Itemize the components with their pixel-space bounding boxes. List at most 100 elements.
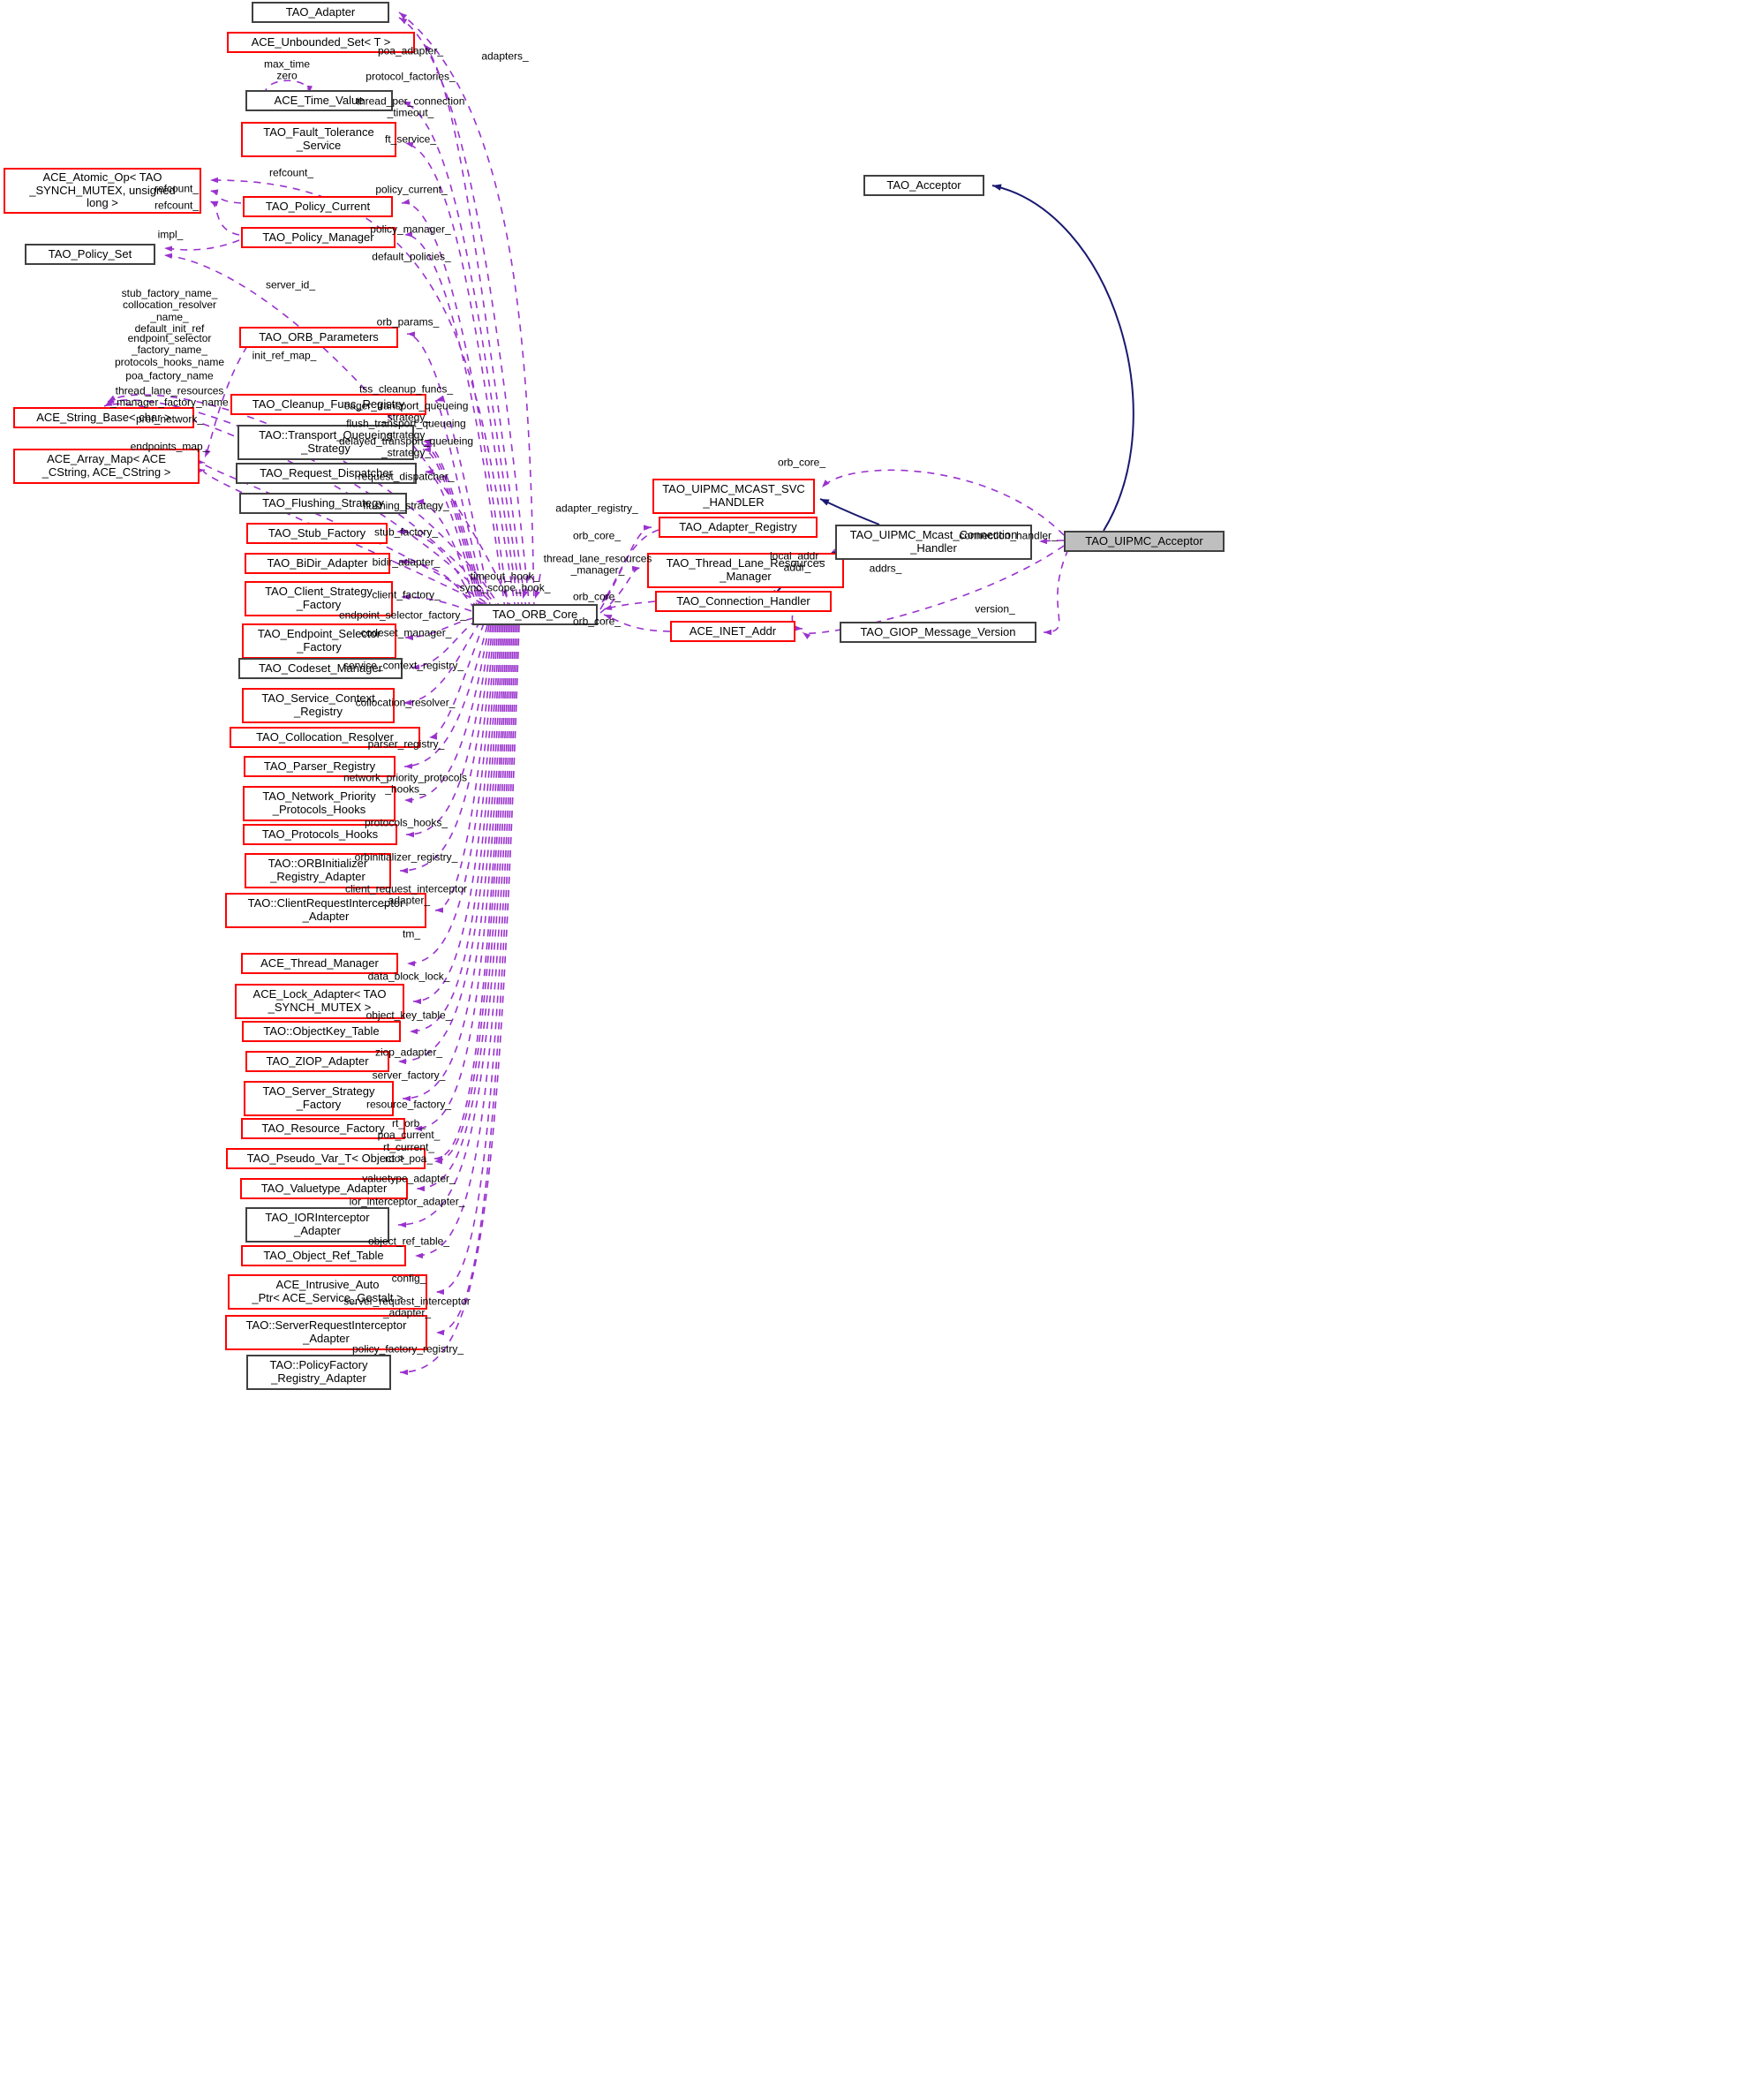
node-tao-serverrequestinterceptor-adapter[interactable]: TAO::ServerRequestInterceptor _Adapter [225, 1315, 427, 1350]
node-ace-inet-addr[interactable]: ACE_INET_Addr [670, 621, 795, 642]
node-tao-request-dispatcher[interactable]: TAO_Request_Dispatcher [236, 463, 417, 484]
edge-label-thread-lane-resources-manager: thread_lane_resources _manager_ [543, 552, 652, 577]
node-label: TAO_Policy_Current [265, 199, 371, 213]
node-label: TAO_Object_Ref_Table [263, 1248, 384, 1262]
node-label: TAO_ORB_Parameters [259, 329, 379, 344]
node-label: TAO_IORInterceptor _Adapter [265, 1211, 370, 1237]
node-tao-stub-factory[interactable]: TAO_Stub_Factory [246, 523, 388, 544]
node-tao-valuetype-adapter[interactable]: TAO_Valuetype_Adapter [240, 1178, 408, 1199]
node-label: TAO::ObjectKey_Table [263, 1024, 380, 1038]
node-tao-policyfactory-registry-adapter[interactable]: TAO::PolicyFactory _Registry_Adapter [246, 1355, 391, 1390]
node-tao-adapter-registry[interactable]: TAO_Adapter_Registry [659, 517, 818, 538]
node-label: TAO_Request_Dispatcher [260, 465, 393, 480]
node-tao-uipmc-mcast-svc-handler[interactable]: TAO_UIPMC_MCAST_SVC _HANDLER [652, 479, 815, 514]
edge-label-orb-core-top: orb_core_ [572, 529, 622, 542]
node-tao-uipmc-mcast-connection-handler[interactable]: TAO_UIPMC_Mcast_Connection _Handler [835, 525, 1032, 560]
node-tao-orbinitializer-registry-adapter[interactable]: TAO::ORBInitializer _Registry_Adapter [245, 853, 391, 888]
node-tao-ziop-adapter[interactable]: TAO_ZIOP_Adapter [245, 1051, 389, 1072]
node-tao-network-priority-protocols-hooks[interactable]: TAO_Network_Priority _Protocols_Hooks [243, 786, 396, 821]
node-label: TAO_Policy_Set [48, 246, 132, 261]
node-label: TAO_Adapter [285, 4, 356, 19]
node-label: TAO_Protocols_Hooks [261, 827, 379, 841]
node-label: TAO_Pseudo_Var_T< Object > [246, 1151, 405, 1165]
node-label: TAO::ClientRequestInterceptor _Adapter [247, 896, 404, 923]
node-tao-acceptor[interactable]: TAO_Acceptor [863, 175, 984, 196]
node-label: ACE_Time_Value [274, 93, 365, 107]
node-tao-codeset-manager[interactable]: TAO_Codeset_Manager [238, 658, 403, 679]
node-label: TAO_Valuetype_Adapter [260, 1181, 388, 1195]
node-tao-pseudo-var-t[interactable]: TAO_Pseudo_Var_T< Object > [226, 1148, 426, 1169]
edge-label-max-time-zero: max_time zero [263, 57, 311, 82]
node-label: ACE_String_Base< char > [36, 410, 171, 424]
node-tao-transport-queueing-strategy[interactable]: TAO::Transport_Queueing _Strategy [237, 425, 414, 460]
node-tao-giop-message-version[interactable]: TAO_GIOP_Message_Version [840, 622, 1036, 643]
node-tao-endpoint-selector-factory[interactable]: TAO_Endpoint_Selector _Factory [242, 623, 396, 659]
node-ace-string-base[interactable]: ACE_String_Base< char > [13, 407, 194, 428]
node-label: TAO_Stub_Factory [268, 525, 366, 540]
node-tao-fault-tolerance-service[interactable]: TAO_Fault_Tolerance _Service [241, 122, 396, 157]
edge-label-version: version_ [975, 602, 1015, 616]
node-tao-protocols-hooks[interactable]: TAO_Protocols_Hooks [243, 824, 397, 845]
node-label: TAO_ZIOP_Adapter [266, 1054, 369, 1068]
node-label: TAO_Cleanup_Func_Registry [252, 397, 405, 411]
node-label: TAO_Connection_Handler [676, 593, 810, 608]
edge-label-addrs: addrs_ [869, 562, 902, 575]
node-tao-policy-set[interactable]: TAO_Policy_Set [25, 244, 155, 265]
node-tao-clientrequestinterceptor-adapter[interactable]: TAO::ClientRequestInterceptor _Adapter [225, 893, 426, 928]
node-ace-thread-manager[interactable]: ACE_Thread_Manager [241, 953, 398, 974]
node-label: TAO_Acceptor [886, 178, 961, 192]
node-tao-orb-parameters[interactable]: TAO_ORB_Parameters [239, 327, 398, 348]
node-tao-thread-lane-resources-manager[interactable]: TAO_Thread_Lane_Resources _Manager [647, 553, 844, 588]
node-label: TAO_Resource_Factory [261, 1121, 385, 1135]
node-label: TAO_Server_Strategy _Factory [262, 1084, 375, 1111]
node-tao-connection-handler[interactable]: TAO_Connection_Handler [655, 591, 832, 612]
edge-label-orb-core-mid: orb_core_ [572, 590, 622, 603]
node-ace-time-value[interactable]: ACE_Time_Value [245, 90, 393, 111]
edge-label-endpoint-selector-attrs: endpoint_selector _factory_name_ protoco… [114, 331, 225, 368]
node-label: ACE_Unbounded_Set< T > [251, 34, 391, 49]
node-ace-unbounded-set[interactable]: ACE_Unbounded_Set< T > [227, 32, 415, 53]
node-label: TAO_Endpoint_Selector _Factory [257, 627, 381, 653]
node-tao-policy-manager[interactable]: TAO_Policy_Manager [241, 227, 396, 248]
node-ace-lock-adapter[interactable]: ACE_Lock_Adapter< TAO _SYNCH_MUTEX > [235, 984, 404, 1019]
edge-label-timeout-hook-sync-scope-hook: timeout_hook_ sync_scope_hook_ [459, 570, 551, 594]
node-label: ACE_Atomic_Op< TAO _SYNCH_MUTEX, unsigne… [29, 170, 176, 210]
node-tao-server-strategy-factory[interactable]: TAO_Server_Strategy _Factory [244, 1081, 394, 1116]
node-label: TAO_UIPMC_Mcast_Connection _Handler [849, 528, 1018, 555]
node-tao-client-strategy-factory[interactable]: TAO_Client_Strategy _Factory [245, 581, 393, 616]
node-label: TAO::ORBInitializer _Registry_Adapter [268, 857, 368, 883]
node-tao-iorinterceptor-adapter[interactable]: TAO_IORInterceptor _Adapter [245, 1207, 389, 1243]
node-label: TAO_Flushing_Strategy [262, 495, 384, 510]
node-label: ACE_Thread_Manager [260, 956, 379, 970]
node-tao-bidir-adapter[interactable]: TAO_BiDir_Adapter [245, 553, 390, 574]
node-tao-objectkey-table[interactable]: TAO::ObjectKey_Table [242, 1021, 401, 1042]
node-label: TAO_Parser_Registry [263, 759, 376, 773]
node-label: TAO_Network_Priority _Protocols_Hooks [262, 789, 376, 816]
node-tao-adapter[interactable]: TAO_Adapter [252, 2, 389, 23]
node-tao-parser-registry[interactable]: TAO_Parser_Registry [244, 756, 396, 777]
node-label: ACE_Intrusive_Auto _Ptr< ACE_Service_Ges… [252, 1278, 403, 1304]
node-tao-orb-core[interactable]: TAO_ORB_Core [472, 604, 598, 625]
edge-label-poa-factory-name: poa_factory_name [125, 369, 214, 382]
node-label: TAO_UIPMC_MCAST_SVC _HANDLER [662, 482, 805, 509]
node-ace-intrusive-auto-ptr[interactable]: ACE_Intrusive_Auto _Ptr< ACE_Service_Ges… [228, 1274, 427, 1310]
edge-label-policy-current: policy_current_ [375, 183, 448, 196]
node-tao-object-ref-table[interactable]: TAO_Object_Ref_Table [241, 1245, 406, 1266]
node-tao-flushing-strategy[interactable]: TAO_Flushing_Strategy [239, 493, 407, 514]
node-ace-array-map[interactable]: ACE_Array_Map< ACE _CString, ACE_CString… [13, 449, 200, 484]
node-label: TAO_GIOP_Message_Version [860, 624, 1016, 638]
node-tao-collocation-resolver[interactable]: TAO_Collocation_Resolver [230, 727, 420, 748]
edge-label-server-id: server_id_ [265, 278, 316, 291]
edge-label-impl: impl_ [157, 228, 184, 241]
node-label: TAO::ServerRequestInterceptor _Adapter [245, 1318, 407, 1345]
node-label: TAO_Collocation_Resolver [256, 729, 394, 744]
node-ace-atomic-op[interactable]: ACE_Atomic_Op< TAO _SYNCH_MUTEX, unsigne… [4, 168, 201, 214]
node-tao-cleanup-func-registry[interactable]: TAO_Cleanup_Func_Registry [230, 394, 426, 415]
node-tao-resource-factory[interactable]: TAO_Resource_Factory [241, 1118, 405, 1139]
edge-label-init-ref-map: init_ref_map_ [252, 349, 317, 362]
edge-label-orb-core-right: orb_core_ [777, 456, 826, 469]
node-tao-policy-current[interactable]: TAO_Policy_Current [243, 196, 393, 217]
node-tao-uipmc-acceptor[interactable]: TAO_UIPMC_Acceptor [1064, 531, 1225, 552]
node-label: TAO::PolicyFactory _Registry_Adapter [269, 1358, 368, 1385]
node-tao-service-context-registry[interactable]: TAO_Service_Context _Registry [242, 688, 395, 723]
